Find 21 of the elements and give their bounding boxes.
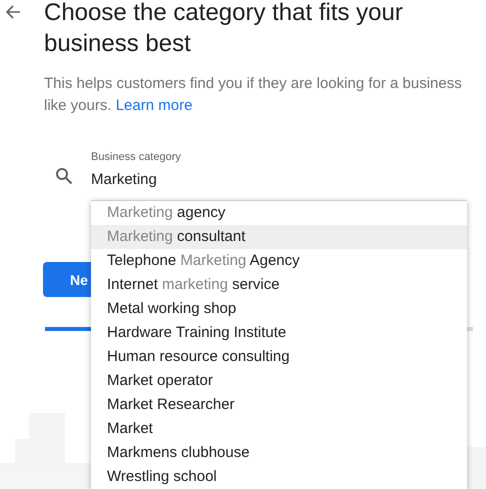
suggestion-item[interactable]: Metal working shop [91, 297, 467, 321]
suggestion-item[interactable]: Human resource consulting [91, 345, 467, 369]
field-value: Marketing [91, 171, 158, 188]
learn-more-link[interactable]: Learn more [116, 97, 192, 114]
suggestion-item[interactable]: Market Researcher [91, 393, 467, 417]
business-category-field[interactable]: Business category Marketing [91, 151, 181, 188]
suggestion-item[interactable]: Markmens clubhouse [91, 441, 467, 465]
description-text: This helps customers find you if they are looking for a business like yours. Learn more [44, 74, 463, 116]
suggestion-item[interactable]: Marketing consultant [91, 225, 467, 249]
suggestion-item[interactable]: Internet marketing service [91, 273, 467, 297]
suggestion-item[interactable]: Telephone Marketing Agency [91, 249, 467, 273]
suggestion-item[interactable]: Market operator [91, 369, 467, 393]
search-icon [55, 166, 73, 184]
suggestion-item[interactable]: Wrestling school [91, 465, 467, 489]
field-label: Business category [91, 151, 181, 163]
back-arrow-icon[interactable] [5, 4, 21, 20]
next-button[interactable]: Ne [43, 262, 91, 297]
page-title: Choose the category that fits your business best [44, 0, 404, 59]
suggestion-item[interactable]: Hardware Training Institute [91, 321, 467, 345]
suggestion-item[interactable]: Marketing agency [91, 201, 467, 225]
suggestion-item[interactable]: Market [91, 417, 467, 441]
